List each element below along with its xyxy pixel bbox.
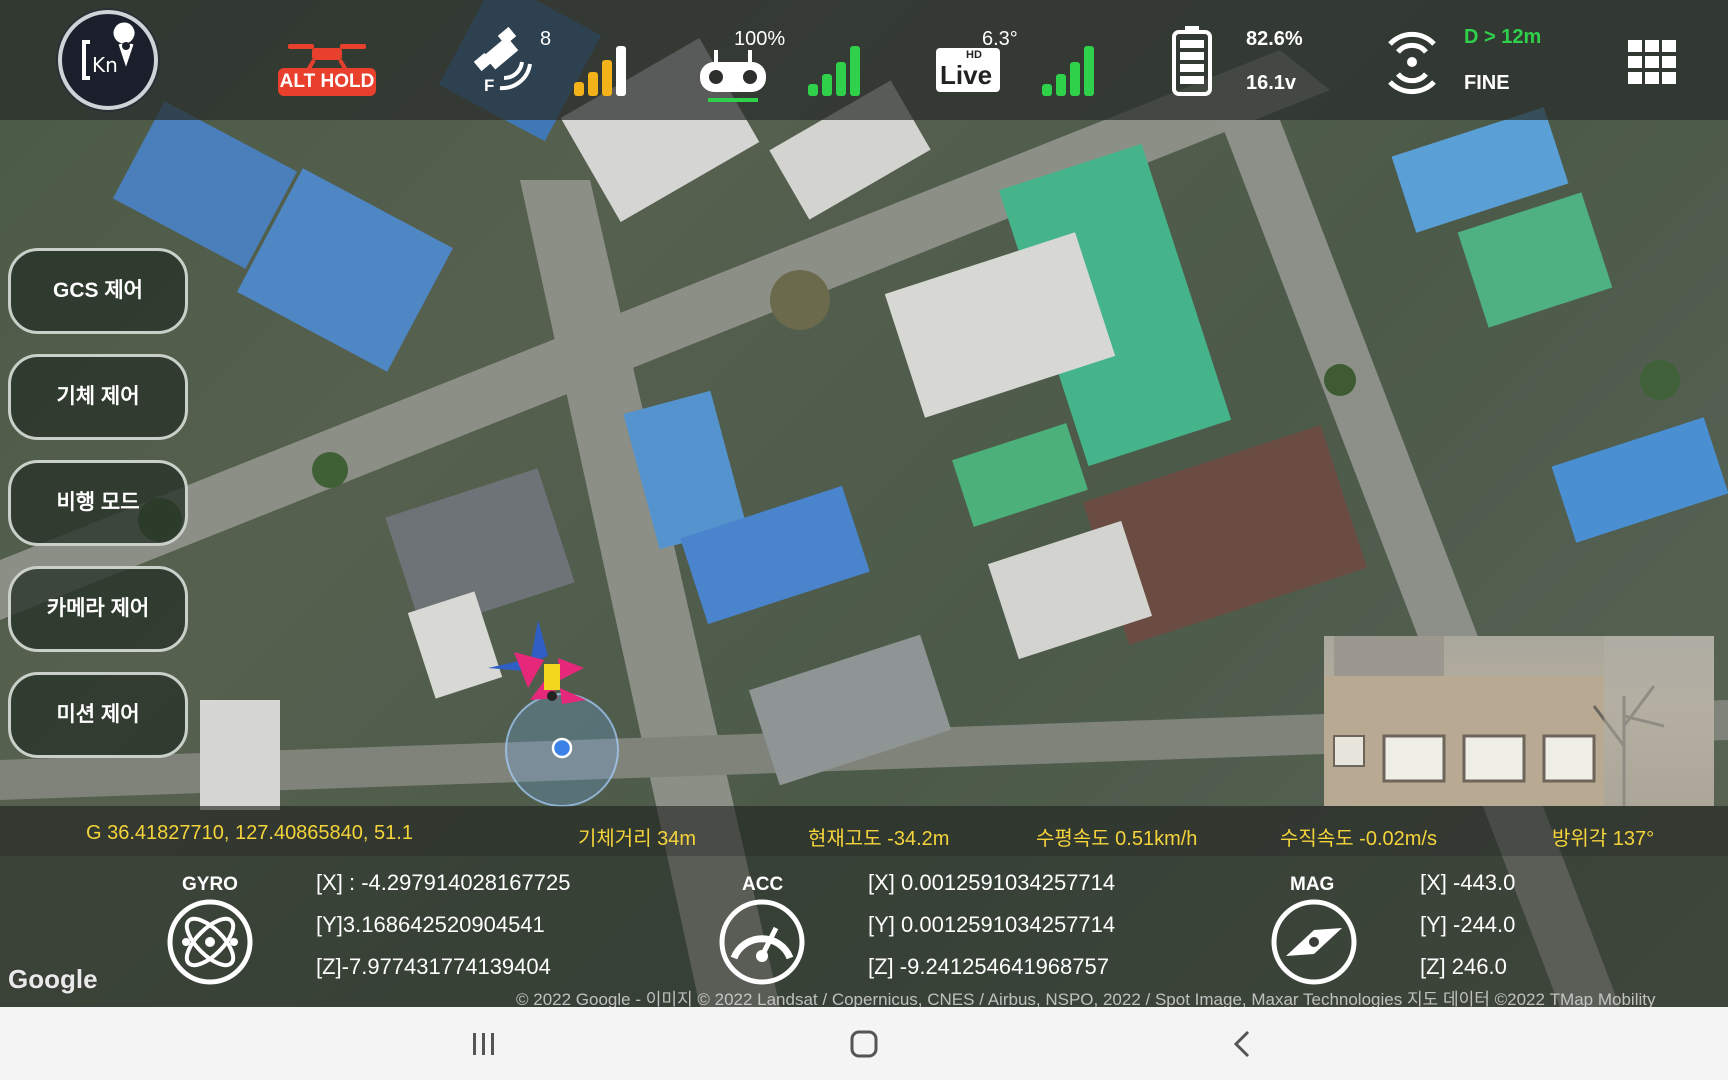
camera-feed-image [1324,636,1714,806]
acc-z: [Z] -9.241254641968757 [868,954,1109,979]
acc-title: ACC [742,874,784,895]
telemetry-info-line: G 36.41827710, 127.40865840, 51.1 기체거리 3… [0,806,1728,856]
gyro-y: [Y]3.168642520904541 [316,912,545,937]
google-attribution-logo: Google [8,964,98,994]
gcs-control-button[interactable]: GCS 제어 [8,248,188,334]
battery-icon [1172,26,1212,96]
back-button[interactable] [1212,1019,1272,1069]
video-signal-bars [1042,40,1106,96]
current-altitude: 현재고도 -34.2m [808,828,950,850]
mag-title: MAG [1290,874,1335,895]
drone-icon [288,44,366,72]
mission-control-button[interactable]: 미션 제어 [8,672,188,758]
video-value: 6.3° [982,28,1018,50]
gps-coordinates: G 36.41827710, 127.40865840, 51.1 [86,822,413,844]
recent-apps-button[interactable] [454,1019,514,1069]
heading: 방위각 137° [1552,828,1655,850]
acc-y: [Y] 0.0012591034257714 [868,912,1116,937]
recent-apps-icon [473,1033,494,1055]
rc-signal-bars [808,40,872,96]
compass-icon [1270,898,1358,986]
wifi-link-icon [1384,20,1440,102]
status-bar: Kn ALT HOLD F 8 100% HD Live 6.3° 82.6% … [0,0,1728,120]
home-icon [850,1030,878,1058]
rc-signal-percent: 100% [734,28,786,50]
system-navigation-bar [0,1007,1728,1080]
distance-label: D > 12m [1464,26,1542,48]
mag-x: [X] -443.0 [1420,870,1516,895]
satellite-count: 8 [540,28,552,50]
gps-fix-label: F [484,76,495,95]
alt-hold-label: ALT HOLD [278,68,376,96]
gps-signal-bars [574,40,638,96]
svg-text:Kn: Kn [92,53,118,77]
vertical-speed: 수직속도 -0.02m/s [1280,828,1437,850]
acc-x: [X] 0.0012591034257714 [868,870,1116,895]
live-label: Live [940,60,993,90]
mag-z: [Z] 246.0 [1420,954,1507,979]
aircraft-control-button[interactable]: 기체 제어 [8,354,188,440]
camera-control-button[interactable]: 카메라 제어 [8,566,188,652]
mag-y: [Y] -244.0 [1420,912,1516,937]
horizontal-speed: 수평속도 0.51km/h [1036,828,1198,850]
battery-percent: 82.6% [1246,28,1303,50]
live-video-icon: HD Live [936,48,1000,92]
speedometer-icon [718,898,806,986]
drone-marker-icon[interactable] [488,620,586,704]
aircraft-distance: 기체거리 34m [578,828,697,850]
satellite-icon: F [464,26,536,98]
gyro-x: [X] : -4.297914028167725 [316,870,571,895]
gcs-screen: Kn ALT HOLD F 8 100% HD Live 6.3° 82.6% … [0,0,1728,1080]
gyro-z: [Z]-7.977431774139404 [316,954,551,979]
camera-preview[interactable] [1324,636,1714,806]
gyro-icon [166,898,254,986]
link-quality: FINE [1464,72,1510,94]
kn-logo-icon[interactable]: Kn [58,10,158,110]
flight-mode-button[interactable]: 비행 모드 [8,460,188,546]
flight-mode-indicator: ALT HOLD [278,38,376,98]
home-button[interactable] [834,1019,894,1069]
battery-voltage: 16.1v [1246,72,1297,94]
rc-controller-icon [698,48,768,104]
grid-menu-icon[interactable] [1628,40,1676,84]
back-icon [1233,1030,1250,1058]
gyro-title: GYRO [182,874,238,895]
